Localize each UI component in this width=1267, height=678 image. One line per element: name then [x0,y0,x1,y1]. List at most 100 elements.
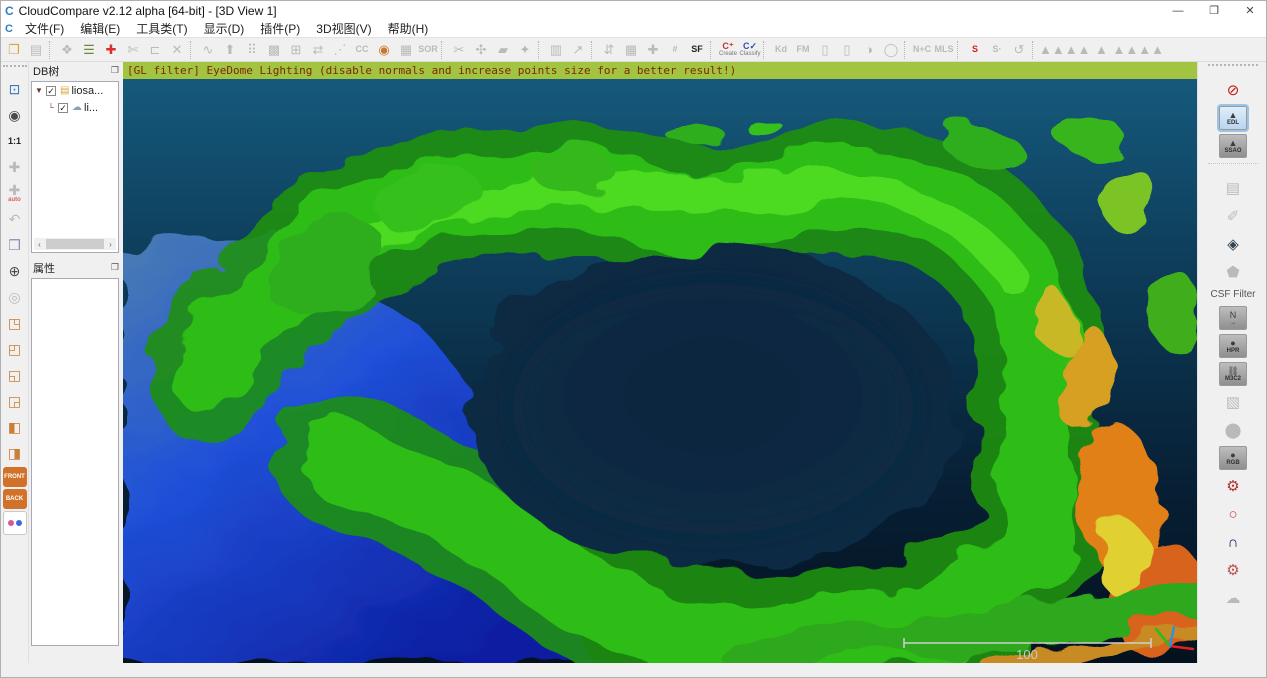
menu-plugins[interactable]: 插件(P) [252,20,308,37]
open-button[interactable]: ❐ [3,39,25,61]
compass-plugin-2-button[interactable]: ▲▲ [1065,39,1091,61]
colorimetric-plugin-button[interactable]: ●RGB [1219,446,1247,470]
edl-filter-button[interactable]: ▲EDL [1219,106,1247,130]
compass-plugin-4-button[interactable]: ▲▲ [1112,39,1138,61]
poisson-plugin-button[interactable]: ⬤ [1220,418,1246,442]
twist-icon[interactable]: └ [46,103,56,112]
camera-settings-button[interactable]: ◉ [3,103,27,127]
virtual-broom-plugin-button[interactable]: ☁ [1220,586,1246,610]
save-button[interactable]: ▤ [25,39,47,61]
rotate-view-button[interactable]: ↶ [3,207,27,231]
checker-compare-button[interactable]: ▦ [395,39,417,61]
csv-export-button[interactable]: ▯ [836,39,858,61]
animation-plugin-button[interactable]: ▤ [1220,176,1246,200]
perspective-button[interactable]: ❒ [3,233,27,257]
canupo-plugin-button[interactable]: ⚙ [1220,474,1246,498]
global-shift-button[interactable]: ❖ [56,39,78,61]
random-sample-button[interactable]: ⇄ [307,39,329,61]
kd-tree-button[interactable]: Kd [770,39,792,61]
menu-display[interactable]: 显示(D) [196,20,253,37]
stereo-mode-button[interactable] [3,511,27,535]
translate-rotate-button[interactable]: ⊏ [144,39,166,61]
auto-pivot-button[interactable]: ✚auto [3,181,27,205]
gradient-button[interactable]: ↗ [567,39,589,61]
globe-button[interactable]: ◯ [880,39,902,61]
minimize-button[interactable]: — [1160,1,1196,20]
zoom-fit-button[interactable]: ◎ [3,285,27,309]
compass-plugin-button[interactable]: ◈ [1220,232,1246,256]
view-front-button[interactable]: FRONT [3,467,27,487]
view-back-button[interactable]: BACK [3,489,27,509]
spline-fit-button[interactable]: S· [986,39,1008,61]
facets-button[interactable]: ◑ [858,39,880,61]
clean-plugin-button[interactable]: ✐ [1220,204,1246,228]
menu-tools[interactable]: 工具类(T) [128,20,195,37]
cloud-cloud-dist-button[interactable]: CC [351,39,373,61]
float-panel-icon[interactable]: ❐ [111,262,119,273]
filter-by-value-button[interactable]: ▦ [620,39,642,61]
view-iso2-button[interactable]: ◨ [3,441,27,465]
sor-filter-button[interactable]: SOR [417,39,439,61]
trace-polyline-button[interactable]: ✦ [514,39,536,61]
subsample-button[interactable]: ⠿ [241,39,263,61]
snail-tool-button[interactable]: ◉ [373,39,395,61]
scroll-left-arrow[interactable]: ‹ [34,240,45,249]
normals-plugin-button[interactable]: N→ [1219,306,1247,330]
ellipser-plugin-button[interactable]: ○ [1220,502,1246,526]
sf-minmax-button[interactable]: ⇵ [598,39,620,61]
screenshot-button[interactable]: ⊡ [3,77,27,101]
checkbox[interactable] [58,103,68,113]
spline-button[interactable]: S [964,39,986,61]
scrollbar-thumb[interactable] [46,239,104,249]
segment-button[interactable]: ✄ [122,39,144,61]
register-button[interactable]: ∿ [197,39,219,61]
compass-plugin-1-button[interactable]: ▲▲ [1039,39,1065,61]
global-zoom-button[interactable]: ⊕ [3,259,27,283]
sf-add-button[interactable]: ✚ [642,39,664,61]
shp-export-button[interactable]: ▯ [814,39,836,61]
m3c2-plugin-button[interactable]: ⛓M3C2 [1219,362,1247,386]
hpr-plugin-button[interactable]: ●HPR [1219,334,1247,358]
clipping-box-button[interactable]: ▰ [492,39,514,61]
fine-align-button[interactable]: ⬆ [219,39,241,61]
view-right-button[interactable]: ◲ [3,389,27,413]
scissors-button[interactable]: ✂ [448,39,470,61]
view-bottom-button[interactable]: ◰ [3,337,27,361]
mls-smoothing-button[interactable]: MLS [933,39,955,61]
properties-list-button[interactable]: ☰ [78,39,100,61]
compass-plugin-5-button[interactable]: ▲▲ [1138,39,1164,61]
restore-button[interactable]: ❐ [1196,1,1232,20]
facets-plugin-button[interactable]: ⬟ [1220,260,1246,284]
twist-icon[interactable]: ▼ [34,86,44,95]
3d-view[interactable]: [GL filter] EyeDome Lighting (disable no… [123,62,1197,663]
view-top-button[interactable]: ◳ [3,311,27,335]
sf-color-scale-button[interactable]: SF [686,39,708,61]
point-cloud-render[interactable]: 100 [123,79,1197,663]
float-panel-icon[interactable]: ❐ [111,65,119,76]
menu-help[interactable]: 帮助(H) [380,20,437,37]
close-button[interactable]: ✕ [1232,1,1267,20]
fit-button[interactable]: ⋰ [329,39,351,61]
cross-section-button[interactable]: ✣ [470,39,492,61]
hough-normals-plugin-button[interactable]: ∩ [1220,530,1246,554]
view-left-button[interactable]: ◱ [3,363,27,387]
canupo-classify-button[interactable]: C✓Classify [739,39,761,61]
menu-edit[interactable]: 编辑(E) [72,20,128,37]
view-iso1-button[interactable]: ◧ [3,415,27,439]
noise-filter-button[interactable]: ▩ [263,39,285,61]
normals-compute-button[interactable]: N+C [911,39,933,61]
delete-button[interactable]: ✕ [166,39,188,61]
scroll-right-arrow[interactable]: › [105,240,116,249]
menu-3dview[interactable]: 3D视图(V) [308,20,379,37]
rasterize-button[interactable]: ⊞ [285,39,307,61]
canupo-create-button[interactable]: C⁺Create [717,39,739,61]
set-pivot-button[interactable]: ✚ [3,155,27,179]
point-picking-button[interactable]: ✚ [100,39,122,61]
histogram-button[interactable]: ▥ [545,39,567,61]
tree-item-li[interactable]: └ ☁ li... [32,99,118,116]
tree-horizontal-scrollbar[interactable]: ‹ › [34,238,116,250]
ssao-filter-button[interactable]: ▲SSAO [1219,134,1247,158]
compass-plugin-3-button[interactable]: ▲ [1090,39,1112,61]
no-gl-filter-button[interactable]: ⊘ [1220,78,1246,102]
sf-arithmetic-button[interactable]: # [664,39,686,61]
